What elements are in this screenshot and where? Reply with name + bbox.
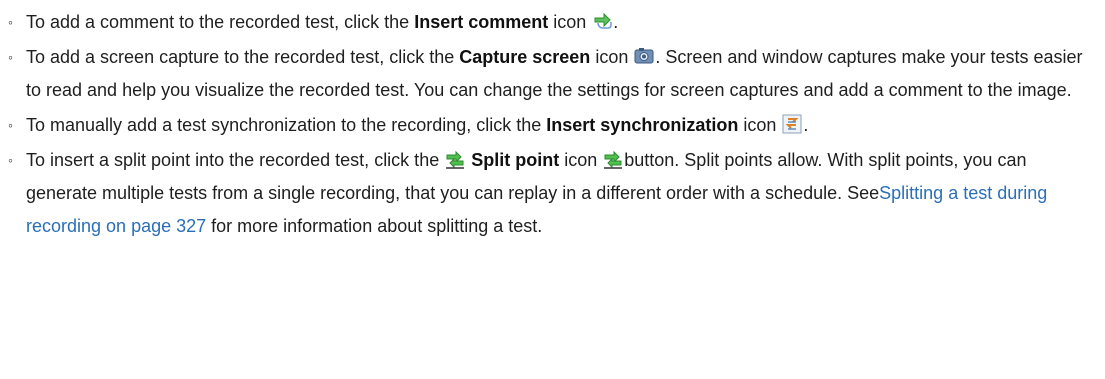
ui-term: Split point [471,150,560,170]
list-item: ◦ To add a screen capture to the recorde… [6,41,1097,107]
bullet-list: ◦ To add a comment to the recorded test,… [6,6,1097,243]
item-text: To manually add a test synchronization t… [26,115,547,135]
item-text: for more information about splitting a t… [206,216,543,236]
split-point-icon [603,149,623,169]
list-item: ◦ To manually add a test synchronization… [6,109,1097,142]
bullet-marker: ◦ [8,152,13,168]
list-item: ◦ To insert a split point into the recor… [6,144,1097,243]
item-text: icon [559,150,603,170]
item-text: icon [548,12,592,32]
split-point-icon [445,149,465,169]
insert-synchronization-icon [782,114,802,134]
bullet-marker: ◦ [8,117,13,133]
bullet-marker: ◦ [8,49,13,65]
ui-term: Capture screen [459,47,591,67]
item-text: To add a comment to the recorded test, c… [26,12,415,32]
item-text: To add a screen capture to the recorded … [26,47,460,67]
item-text: . [803,115,809,135]
insert-comment-icon [592,11,613,31]
item-text: To insert a split point into the recorde… [26,150,445,170]
capture-screen-icon [634,46,654,66]
list-item: ◦ To add a comment to the recorded test,… [6,6,1097,39]
item-text: icon [590,47,634,67]
item-text: icon [738,115,782,135]
item-text: . [613,12,619,32]
bullet-marker: ◦ [8,14,13,30]
document: ◦ To add a comment to the recorded test,… [0,0,1105,243]
ui-term: Insert comment [414,12,549,32]
ui-term: Insert synchronization [546,115,739,135]
